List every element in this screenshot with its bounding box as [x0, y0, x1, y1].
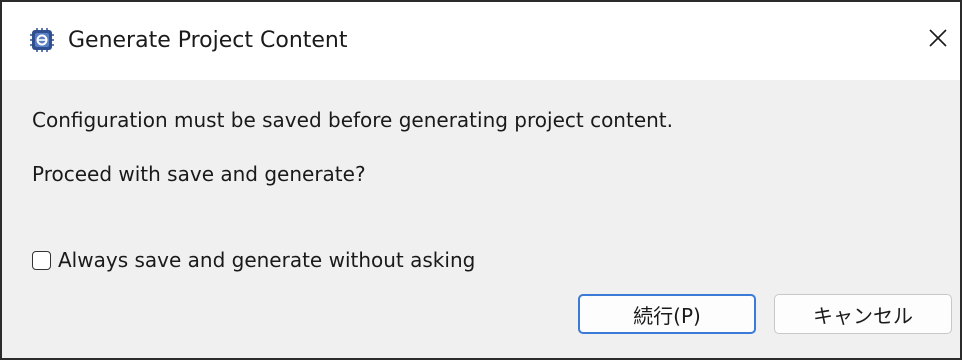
title-bar: Generate Project Content: [2, 2, 960, 80]
dialog-title: Generate Project Content: [68, 28, 348, 53]
proceed-button[interactable]: 続行(P): [578, 294, 756, 334]
eclipse-chip-icon: [30, 28, 54, 52]
always-save-checkbox-label[interactable]: Always save and generate without asking: [58, 246, 475, 274]
close-icon: [928, 28, 948, 52]
close-button[interactable]: [918, 20, 958, 60]
cancel-button[interactable]: キャンセル: [774, 294, 952, 334]
always-save-checkbox[interactable]: [32, 250, 51, 270]
question-text: Proceed with save and generate?: [32, 162, 366, 186]
always-save-checkbox-row[interactable]: Always save and generate without asking: [32, 246, 475, 274]
generate-project-content-dialog: Generate Project Content Configuration m…: [0, 0, 962, 360]
message-text: Configuration must be saved before gener…: [32, 108, 674, 132]
